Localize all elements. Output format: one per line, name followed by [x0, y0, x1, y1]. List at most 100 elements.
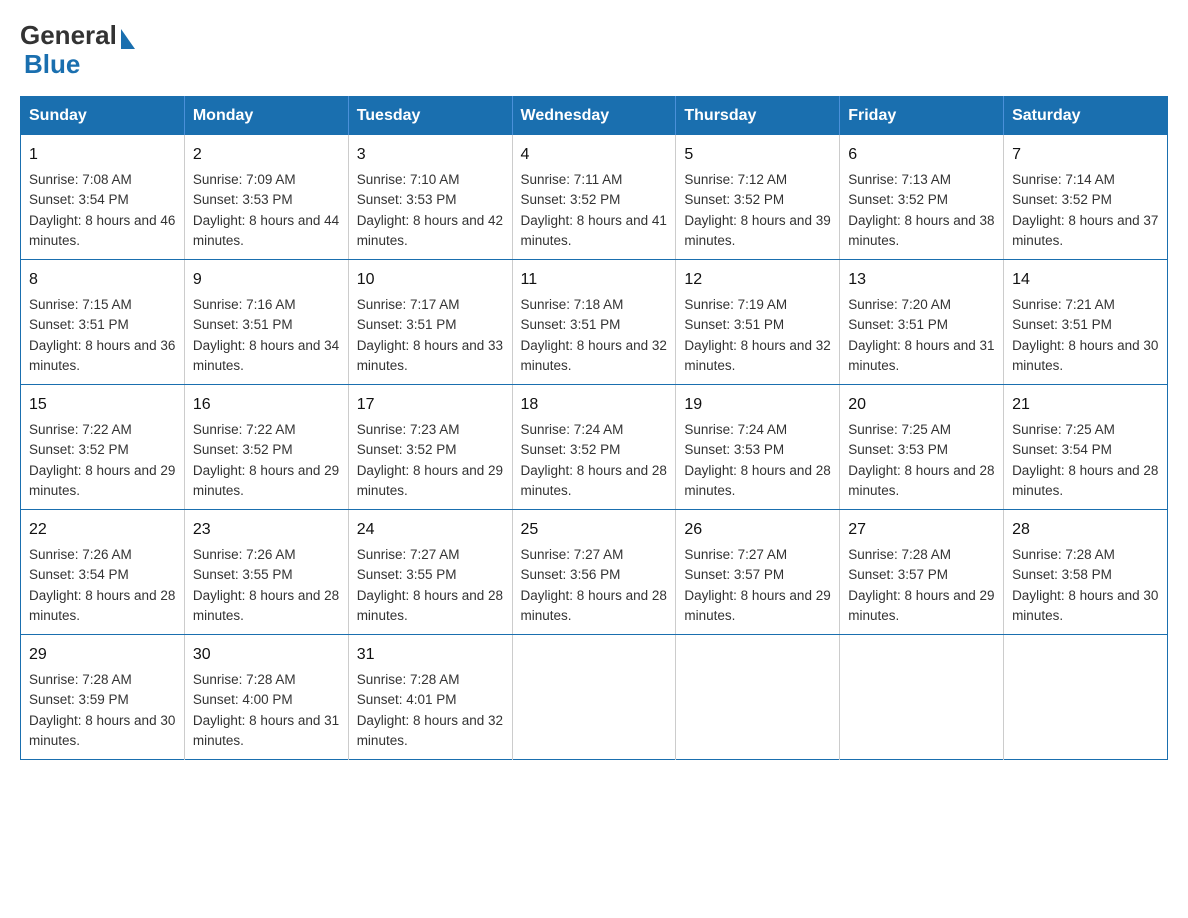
day-info: Sunrise: 7:14 AMSunset: 3:52 PMDaylight:… — [1012, 172, 1158, 248]
day-number: 16 — [193, 393, 340, 417]
day-cell: 10 Sunrise: 7:17 AMSunset: 3:51 PMDayligh… — [348, 260, 512, 385]
day-cell: 6 Sunrise: 7:13 AMSunset: 3:52 PMDaylight… — [840, 135, 1004, 260]
week-row-4: 22 Sunrise: 7:26 AMSunset: 3:54 PMDayligh… — [21, 510, 1168, 635]
day-number: 4 — [521, 143, 668, 167]
day-info: Sunrise: 7:28 AMSunset: 3:57 PMDaylight:… — [848, 547, 994, 623]
day-info: Sunrise: 7:25 AMSunset: 3:54 PMDaylight:… — [1012, 422, 1158, 498]
day-number: 9 — [193, 268, 340, 292]
day-number: 21 — [1012, 393, 1159, 417]
day-number: 22 — [29, 518, 176, 542]
header-thursday: Thursday — [676, 97, 840, 136]
day-info: Sunrise: 7:24 AMSunset: 3:53 PMDaylight:… — [684, 422, 830, 498]
week-row-5: 29 Sunrise: 7:28 AMSunset: 3:59 PMDayligh… — [21, 635, 1168, 760]
day-cell: 20 Sunrise: 7:25 AMSunset: 3:53 PMDayligh… — [840, 385, 1004, 510]
day-cell: 31Sunrise: 7:28 AMSunset: 4:01 PMDayligh… — [348, 635, 512, 760]
day-number: 29 — [29, 643, 176, 667]
day-number: 23 — [193, 518, 340, 542]
day-info: Sunrise: 7:08 AMSunset: 3:54 PMDaylight:… — [29, 172, 175, 248]
day-info: Sunrise: 7:27 AMSunset: 3:56 PMDaylight:… — [521, 547, 667, 623]
day-number: 5 — [684, 143, 831, 167]
logo-row: General — [20, 20, 135, 51]
logo-arrow-icon — [121, 29, 135, 49]
day-number: 19 — [684, 393, 831, 417]
day-cell: 11Sunrise: 7:18 AMSunset: 3:51 PMDayligh… — [512, 260, 676, 385]
day-number: 2 — [193, 143, 340, 167]
day-cell: 12 Sunrise: 7:19 AMSunset: 3:51 PMDayligh… — [676, 260, 840, 385]
day-info: Sunrise: 7:28 AMSunset: 4:01 PMDaylight:… — [357, 672, 503, 748]
calendar-table: SundayMondayTuesdayWednesdayThursdayFrid… — [20, 96, 1168, 760]
day-number: 14 — [1012, 268, 1159, 292]
day-number: 27 — [848, 518, 995, 542]
header-sunday: Sunday — [21, 97, 185, 136]
week-row-2: 8 Sunrise: 7:15 AMSunset: 3:51 PMDaylight… — [21, 260, 1168, 385]
day-cell — [512, 635, 676, 760]
day-cell: 23 Sunrise: 7:26 AMSunset: 3:55 PMDayligh… — [184, 510, 348, 635]
day-cell: 14 Sunrise: 7:21 AMSunset: 3:51 PMDayligh… — [1004, 260, 1168, 385]
header-wednesday: Wednesday — [512, 97, 676, 136]
day-cell: 15 Sunrise: 7:22 AMSunset: 3:52 PMDayligh… — [21, 385, 185, 510]
day-info: Sunrise: 7:25 AMSunset: 3:53 PMDaylight:… — [848, 422, 994, 498]
day-info: Sunrise: 7:21 AMSunset: 3:51 PMDaylight:… — [1012, 297, 1158, 373]
day-cell: 27 Sunrise: 7:28 AMSunset: 3:57 PMDayligh… — [840, 510, 1004, 635]
day-info: Sunrise: 7:26 AMSunset: 3:55 PMDaylight:… — [193, 547, 339, 623]
day-cell: 18 Sunrise: 7:24 AMSunset: 3:52 PMDayligh… — [512, 385, 676, 510]
logo-blue-text: Blue — [24, 49, 80, 79]
day-info: Sunrise: 7:16 AMSunset: 3:51 PMDaylight:… — [193, 297, 339, 373]
day-number: 28 — [1012, 518, 1159, 542]
day-cell: 3 Sunrise: 7:10 AMSunset: 3:53 PMDaylight… — [348, 135, 512, 260]
day-number: 25 — [521, 518, 668, 542]
day-cell: 1 Sunrise: 7:08 AMSunset: 3:54 PMDaylight… — [21, 135, 185, 260]
day-number: 8 — [29, 268, 176, 292]
logo-general-text: General — [20, 20, 117, 51]
day-info: Sunrise: 7:28 AMSunset: 4:00 PMDaylight:… — [193, 672, 339, 748]
day-cell: 29 Sunrise: 7:28 AMSunset: 3:59 PMDayligh… — [21, 635, 185, 760]
day-number: 26 — [684, 518, 831, 542]
day-info: Sunrise: 7:17 AMSunset: 3:51 PMDaylight:… — [357, 297, 503, 373]
day-info: Sunrise: 7:27 AMSunset: 3:57 PMDaylight:… — [684, 547, 830, 623]
day-info: Sunrise: 7:10 AMSunset: 3:53 PMDaylight:… — [357, 172, 503, 248]
day-cell: 26 Sunrise: 7:27 AMSunset: 3:57 PMDayligh… — [676, 510, 840, 635]
day-cell — [840, 635, 1004, 760]
day-info: Sunrise: 7:23 AMSunset: 3:52 PMDaylight:… — [357, 422, 503, 498]
day-cell: 7Sunrise: 7:14 AMSunset: 3:52 PMDaylight… — [1004, 135, 1168, 260]
day-cell: 9 Sunrise: 7:16 AMSunset: 3:51 PMDaylight… — [184, 260, 348, 385]
day-cell: 2Sunrise: 7:09 AMSunset: 3:53 PMDaylight… — [184, 135, 348, 260]
day-number: 3 — [357, 143, 504, 167]
header-tuesday: Tuesday — [348, 97, 512, 136]
day-number: 6 — [848, 143, 995, 167]
day-number: 15 — [29, 393, 176, 417]
day-info: Sunrise: 7:20 AMSunset: 3:51 PMDaylight:… — [848, 297, 994, 373]
day-number: 17 — [357, 393, 504, 417]
week-row-3: 15 Sunrise: 7:22 AMSunset: 3:52 PMDayligh… — [21, 385, 1168, 510]
day-cell: 13 Sunrise: 7:20 AMSunset: 3:51 PMDayligh… — [840, 260, 1004, 385]
day-info: Sunrise: 7:11 AMSunset: 3:52 PMDaylight:… — [521, 172, 667, 248]
calendar-header-row: SundayMondayTuesdayWednesdayThursdayFrid… — [21, 97, 1168, 136]
day-number: 18 — [521, 393, 668, 417]
day-info: Sunrise: 7:22 AMSunset: 3:52 PMDaylight:… — [193, 422, 339, 498]
day-info: Sunrise: 7:13 AMSunset: 3:52 PMDaylight:… — [848, 172, 994, 248]
day-cell: 21 Sunrise: 7:25 AMSunset: 3:54 PMDayligh… — [1004, 385, 1168, 510]
page-header: General Blue — [20, 20, 1168, 80]
logo: General Blue — [20, 20, 135, 80]
day-number: 10 — [357, 268, 504, 292]
day-info: Sunrise: 7:26 AMSunset: 3:54 PMDaylight:… — [29, 547, 175, 623]
day-number: 13 — [848, 268, 995, 292]
day-info: Sunrise: 7:15 AMSunset: 3:51 PMDaylight:… — [29, 297, 175, 373]
day-cell: 22 Sunrise: 7:26 AMSunset: 3:54 PMDayligh… — [21, 510, 185, 635]
day-info: Sunrise: 7:19 AMSunset: 3:51 PMDaylight:… — [684, 297, 830, 373]
day-info: Sunrise: 7:28 AMSunset: 3:58 PMDaylight:… — [1012, 547, 1158, 623]
day-info: Sunrise: 7:28 AMSunset: 3:59 PMDaylight:… — [29, 672, 175, 748]
day-number: 1 — [29, 143, 176, 167]
day-cell — [676, 635, 840, 760]
header-monday: Monday — [184, 97, 348, 136]
day-number: 12 — [684, 268, 831, 292]
day-info: Sunrise: 7:22 AMSunset: 3:52 PMDaylight:… — [29, 422, 175, 498]
day-cell: 28 Sunrise: 7:28 AMSunset: 3:58 PMDayligh… — [1004, 510, 1168, 635]
day-info: Sunrise: 7:12 AMSunset: 3:52 PMDaylight:… — [684, 172, 830, 248]
day-cell: 30Sunrise: 7:28 AMSunset: 4:00 PMDayligh… — [184, 635, 348, 760]
day-cell: 4 Sunrise: 7:11 AMSunset: 3:52 PMDaylight… — [512, 135, 676, 260]
day-number: 20 — [848, 393, 995, 417]
day-cell: 19 Sunrise: 7:24 AMSunset: 3:53 PMDayligh… — [676, 385, 840, 510]
day-cell: 5 Sunrise: 7:12 AMSunset: 3:52 PMDaylight… — [676, 135, 840, 260]
day-info: Sunrise: 7:24 AMSunset: 3:52 PMDaylight:… — [521, 422, 667, 498]
